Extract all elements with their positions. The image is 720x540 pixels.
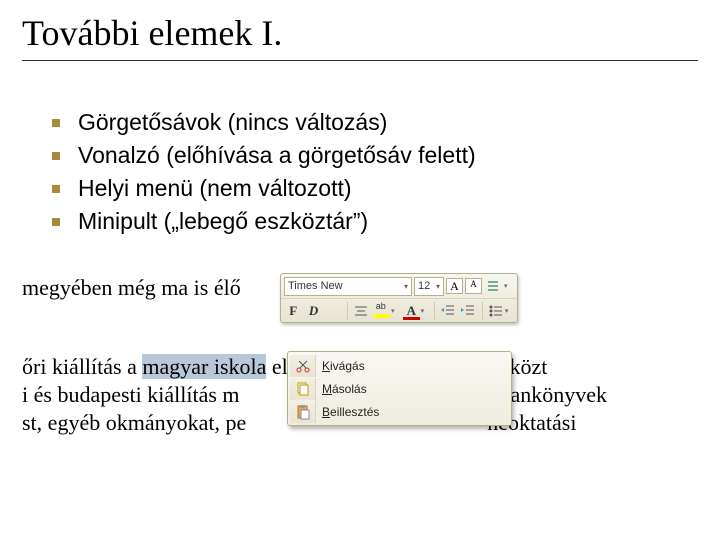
list-item: Helyi menü (nem változott) <box>52 175 698 202</box>
underline-button[interactable] <box>325 301 343 321</box>
mini-toolbar: Times New ▾ 12 ▾ A A ▾ F D <box>280 273 518 323</box>
chevron-down-icon[interactable]: ▾ <box>504 282 514 290</box>
bullets-button[interactable] <box>486 301 504 321</box>
bullet-icon <box>52 185 60 193</box>
slide-title: További elemek I. <box>22 12 698 61</box>
increase-indent-button[interactable] <box>459 301 477 321</box>
separator <box>347 302 348 320</box>
paste-menu-item[interactable]: Beillesztés <box>290 400 509 423</box>
chevron-down-icon[interactable]: ▾ <box>505 307 514 315</box>
demo-text: i és budapesti kiállítás m <box>22 382 240 407</box>
separator <box>434 302 435 320</box>
bullet-list: Görgetősávok (nincs változás) Vonalzó (e… <box>52 109 698 235</box>
chevron-down-icon[interactable]: ▾ <box>391 307 400 315</box>
list-item: Minipult („lebegő eszköztár”) <box>52 208 698 235</box>
list-item: Vonalzó (előhívása a görgetősáv felett) <box>52 142 698 169</box>
font-family-combo[interactable]: Times New ▾ <box>284 277 412 296</box>
shrink-font-button[interactable]: A <box>465 278 482 294</box>
list-item-label: Görgetősávok (nincs változás) <box>78 109 387 136</box>
font-family-value: Times New <box>288 280 343 292</box>
bullet-icon <box>52 218 60 226</box>
increase-indent-icon <box>460 303 476 319</box>
chevron-down-icon: ▾ <box>404 282 408 291</box>
grow-font-button[interactable]: A <box>446 278 463 294</box>
demo-text: őri kiállítás a <box>22 354 142 379</box>
demo-text: megyében még ma is élő <box>22 275 241 300</box>
font-color-button[interactable]: A <box>402 301 420 321</box>
menu-item-label: Beillesztés <box>322 405 379 419</box>
font-size-combo[interactable]: 12 ▾ <box>414 277 444 296</box>
separator <box>482 302 483 320</box>
paste-icon <box>290 401 316 423</box>
highlight-button[interactable] <box>373 301 391 321</box>
demo-line: megyében még ma is élő <box>22 275 241 301</box>
chevron-down-icon: ▾ <box>436 282 440 291</box>
list-item-label: Minipult („lebegő eszköztár”) <box>78 208 368 235</box>
decrease-indent-icon <box>440 303 456 319</box>
italic-button[interactable]: D <box>304 301 322 321</box>
chevron-down-icon[interactable]: ▾ <box>421 307 430 315</box>
context-menu: Kivágás Másolás Beillesztés <box>287 351 512 426</box>
list-item-label: Helyi menü (nem változott) <box>78 175 352 202</box>
styles-icon <box>486 278 502 294</box>
selected-text[interactable]: magyar iskola <box>142 354 266 379</box>
demo-text: st, egyéb okmányokat, pe <box>22 410 246 435</box>
bullet-icon <box>52 152 60 160</box>
menu-item-label: Másolás <box>322 382 367 396</box>
list-item-label: Vonalzó (előhívása a görgetősáv felett) <box>78 142 476 169</box>
menu-item-label: Kivágás <box>322 359 365 373</box>
font-size-value: 12 <box>418 280 430 292</box>
align-center-button[interactable] <box>352 301 370 321</box>
list-item: Görgetősávok (nincs változás) <box>52 109 698 136</box>
bullets-icon <box>488 303 504 319</box>
align-center-icon <box>353 303 369 319</box>
styles-button[interactable] <box>484 276 504 296</box>
copy-menu-item[interactable]: Másolás <box>290 377 509 400</box>
bullet-icon <box>52 119 60 127</box>
cut-menu-item[interactable]: Kivágás <box>290 354 509 377</box>
copy-icon <box>290 378 316 400</box>
highlight-icon <box>374 304 390 318</box>
decrease-indent-button[interactable] <box>439 301 457 321</box>
bold-button[interactable]: F <box>284 301 302 321</box>
scissors-icon <box>290 355 316 377</box>
